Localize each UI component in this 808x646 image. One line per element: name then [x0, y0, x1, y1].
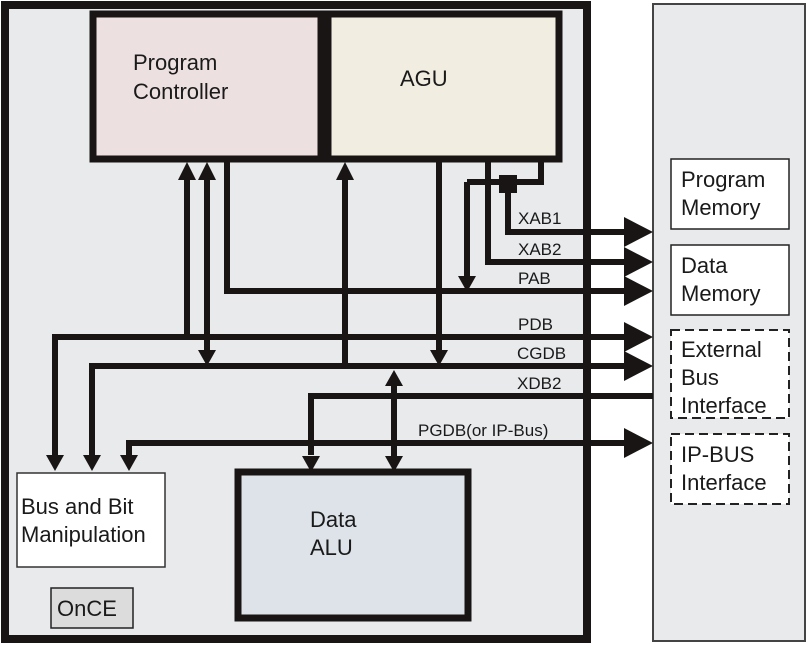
arrowhead-right: [624, 276, 653, 306]
data-memory-label-2: Memory: [681, 281, 760, 306]
bus-bit-manipulation-block[interactable]: [16, 472, 166, 568]
data-alu-block[interactable]: [234, 468, 472, 622]
program-memory-label-1: Program: [681, 167, 765, 192]
bus-label-pab: PAB: [518, 269, 551, 288]
bus-label-xdb2: XDB2: [517, 374, 561, 393]
external-bus-label-2: Bus: [681, 365, 719, 390]
arrowhead-right: [624, 217, 653, 247]
bus-label-xab1: XAB1: [518, 209, 561, 228]
program-controller-label-1: Program: [133, 50, 217, 75]
bus-label-xab2: XAB2: [518, 240, 561, 259]
arrowhead-right: [624, 351, 653, 381]
dsp-core-block-diagram: Program Controller AGU XAB1 XAB2 PAB PDB…: [1, 1, 806, 643]
external-column: [652, 3, 806, 642]
data-alu-label-2: ALU: [310, 535, 353, 560]
bus-label-pgdb: PGDB(or IP-Bus): [418, 421, 548, 440]
arrowhead-right: [624, 322, 653, 352]
bus-bit-label-1: Bus and Bit: [21, 494, 134, 519]
arrowhead-right: [624, 428, 653, 458]
ip-bus-label-2: Interface: [681, 470, 767, 495]
data-alu-label-1: Data: [310, 507, 357, 532]
external-bus-label-1: External: [681, 337, 762, 362]
ip-bus-label-1: IP-BUS: [681, 442, 754, 467]
bus-bit-label-2: Manipulation: [21, 522, 146, 547]
program-memory-label-2: Memory: [681, 195, 760, 220]
data-memory-label-1: Data: [681, 253, 728, 278]
once-label: OnCE: [57, 596, 117, 621]
program-controller-label-2: Controller: [133, 79, 228, 104]
bus-label-cgdb: CGDB: [517, 344, 566, 363]
agu-label: AGU: [400, 66, 448, 91]
arrowhead-right: [624, 247, 653, 277]
external-bus-label-3: Interface: [681, 393, 767, 418]
bus-label-pdb: PDB: [518, 315, 553, 334]
